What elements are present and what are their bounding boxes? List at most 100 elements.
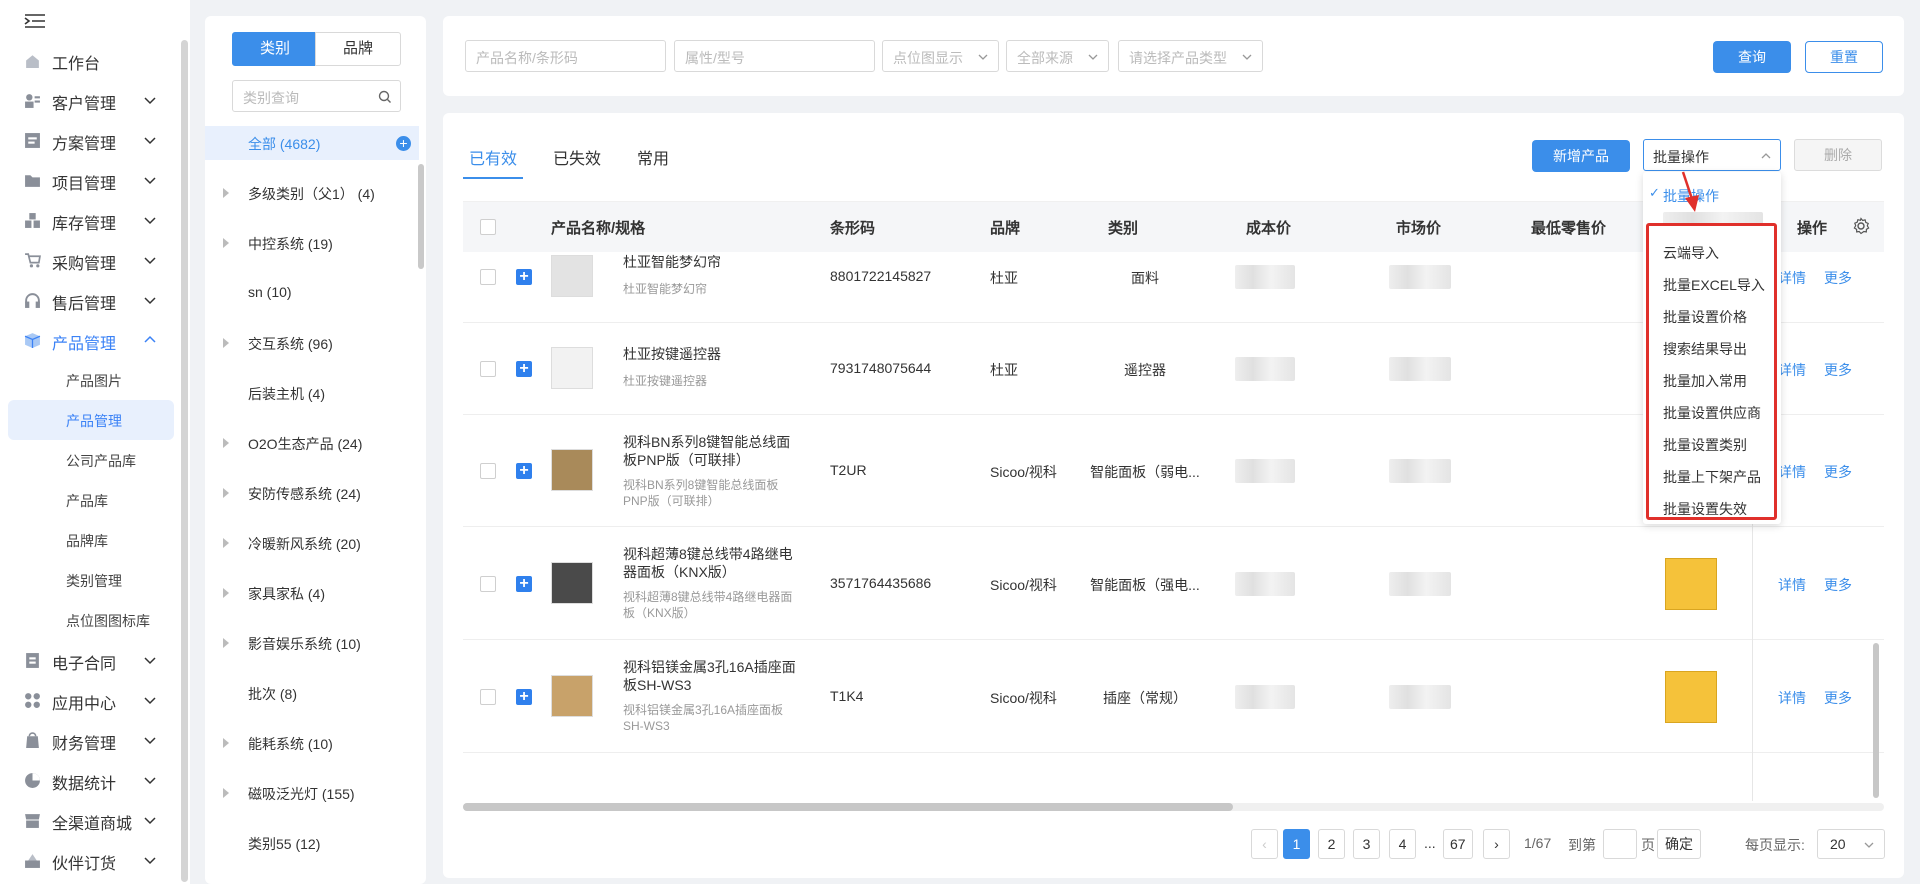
more-link[interactable]: 更多 xyxy=(1824,462,1852,482)
search-icon[interactable] xyxy=(378,90,392,104)
category-row-all[interactable]: 全部 (4682) + xyxy=(205,126,419,160)
model-input[interactable]: 属性/型号 xyxy=(674,40,875,72)
expand-row-icon[interactable]: + xyxy=(516,361,532,377)
expand-arrow-icon[interactable] xyxy=(223,588,229,598)
category-search-input[interactable]: 类别查询 xyxy=(232,80,401,112)
page-67-button[interactable]: 67 xyxy=(1443,829,1473,859)
next-page-button[interactable]: › xyxy=(1483,829,1510,859)
point-display-select[interactable]: 点位图显示 xyxy=(882,40,999,72)
category-row[interactable]: 类别55 (12) xyxy=(205,826,426,860)
expand-row-icon[interactable]: + xyxy=(516,688,532,705)
dropdown-option[interactable]: 批量设置供应商 xyxy=(1663,403,1761,423)
expand-arrow-icon[interactable] xyxy=(223,788,229,798)
category-row[interactable]: sn (10) xyxy=(205,276,426,310)
dropdown-option[interactable]: 批量上下架产品 xyxy=(1663,467,1761,487)
detail-link[interactable]: 详情 xyxy=(1778,688,1806,708)
dropdown-option[interactable]: 云端导入 xyxy=(1663,243,1719,263)
expand-row-icon[interactable]: + xyxy=(516,575,532,592)
batch-operation-select[interactable]: 批量操作 xyxy=(1643,139,1781,171)
page-4-button[interactable]: 4 xyxy=(1389,829,1416,859)
expand-row-icon[interactable]: + xyxy=(516,463,532,479)
expand-arrow-icon[interactable] xyxy=(223,488,229,498)
table-vertical-scrollbar[interactable] xyxy=(1873,643,1879,798)
nav-item-plan[interactable]: 方案管理 xyxy=(0,120,180,160)
category-row[interactable]: 交互系统 (96) xyxy=(205,326,426,360)
reset-button[interactable]: 重置 xyxy=(1805,41,1883,73)
subnav-point-icon-library[interactable]: 点位图图标库 xyxy=(8,600,174,640)
page-3-button[interactable]: 3 xyxy=(1353,829,1380,859)
expand-arrow-icon[interactable] xyxy=(223,188,229,198)
subnav-brand-library[interactable]: 品牌库 xyxy=(8,520,174,560)
add-product-button[interactable]: 新增产品 xyxy=(1532,140,1630,172)
detail-link[interactable]: 详情 xyxy=(1778,462,1806,482)
category-row[interactable]: 中控系统 (19) xyxy=(205,226,426,260)
tab-common[interactable]: 常用 xyxy=(637,145,669,169)
subnav-category-management[interactable]: 类别管理 xyxy=(8,560,174,600)
per-page-select[interactable]: 20 xyxy=(1817,829,1885,859)
select-all-checkbox[interactable] xyxy=(480,219,496,235)
more-link[interactable]: 更多 xyxy=(1824,360,1852,380)
expand-row-icon[interactable]: + xyxy=(516,269,532,285)
add-category-icon[interactable]: + xyxy=(396,136,411,151)
category-row[interactable]: 后装主机 (4) xyxy=(205,376,426,410)
nav-item-project[interactable]: 项目管理 xyxy=(0,160,180,200)
dropdown-option[interactable]: 批量EXCEL导入 xyxy=(1663,275,1765,295)
row-checkbox[interactable] xyxy=(480,269,496,285)
tab-invalid[interactable]: 已失效 xyxy=(553,145,601,169)
more-link[interactable]: 更多 xyxy=(1824,688,1852,708)
nav-item-statistics[interactable]: 数据统计 xyxy=(0,760,180,800)
table-horizontal-scrollbar[interactable] xyxy=(463,803,1884,811)
query-button[interactable]: 查询 xyxy=(1713,41,1791,73)
subnav-product-images[interactable]: 产品图片 xyxy=(8,360,174,400)
category-row[interactable]: 能耗系统 (10) xyxy=(205,726,426,760)
category-row[interactable]: 批次 (8) xyxy=(205,676,426,710)
goto-page-input[interactable] xyxy=(1603,829,1637,859)
nav-item-customer[interactable]: 客户管理 xyxy=(0,80,180,120)
detail-link[interactable]: 详情 xyxy=(1778,360,1806,380)
nav-item-partner-order[interactable]: 伙伴订货 xyxy=(0,840,180,880)
row-checkbox[interactable] xyxy=(480,688,496,705)
prev-page-button[interactable]: ‹ xyxy=(1251,829,1278,859)
delete-button[interactable]: 删除 xyxy=(1794,139,1882,171)
more-link[interactable]: 更多 xyxy=(1824,575,1852,595)
detail-link[interactable]: 详情 xyxy=(1778,575,1806,595)
row-checkbox[interactable] xyxy=(480,575,496,592)
product-name-input[interactable]: 产品名称/条形码 xyxy=(465,40,666,72)
expand-arrow-icon[interactable] xyxy=(223,538,229,548)
dropdown-option-selected[interactable]: ✓ 批量操作 xyxy=(1643,178,1781,210)
tab-active[interactable]: 已有效 xyxy=(469,145,517,169)
category-row[interactable]: 家具家私 (4) xyxy=(205,576,426,610)
dropdown-option[interactable]: 批量设置价格 xyxy=(1663,307,1747,327)
tab-brand[interactable]: 品牌 xyxy=(315,32,401,66)
dropdown-option[interactable]: 搜索结果导出 xyxy=(1663,339,1747,359)
detail-link[interactable]: 详情 xyxy=(1778,268,1806,288)
settings-icon[interactable] xyxy=(1852,217,1870,235)
category-row[interactable]: 磁吸泛光灯 (155) xyxy=(205,776,426,810)
nav-item-product[interactable]: 产品管理 xyxy=(0,320,180,360)
subnav-product-library[interactable]: 产品库 xyxy=(8,480,174,520)
nav-item-contract[interactable]: 电子合同 xyxy=(0,640,180,680)
category-row[interactable]: 多级类别（父1） (4) xyxy=(205,176,426,210)
more-link[interactable]: 更多 xyxy=(1824,268,1852,288)
nav-item-after-sales[interactable]: 售后管理 xyxy=(0,280,180,320)
menu-toggle-icon[interactable] xyxy=(24,13,46,29)
category-row[interactable]: 影音娱乐系统 (10) xyxy=(205,626,426,660)
dropdown-option[interactable]: 批量加入常用 xyxy=(1663,371,1747,391)
dropdown-option[interactable]: 批量设置类别 xyxy=(1663,435,1747,455)
row-checkbox[interactable] xyxy=(480,361,496,377)
expand-arrow-icon[interactable] xyxy=(223,238,229,248)
product-type-select[interactable]: 请选择产品类型 xyxy=(1118,40,1263,72)
category-row[interactable]: 冷暖新风系统 (20) xyxy=(205,526,426,560)
expand-arrow-icon[interactable] xyxy=(223,438,229,448)
expand-arrow-icon[interactable] xyxy=(223,738,229,748)
source-select[interactable]: 全部来源 xyxy=(1006,40,1109,72)
category-row[interactable]: O2O生态产品 (24) xyxy=(205,426,426,460)
category-scrollbar[interactable] xyxy=(418,164,424,269)
nav-item-inventory[interactable]: 库存管理 xyxy=(0,200,180,240)
expand-arrow-icon[interactable] xyxy=(223,338,229,348)
subnav-company-product-library[interactable]: 公司产品库 xyxy=(8,440,174,480)
nav-item-purchase[interactable]: 采购管理 xyxy=(0,240,180,280)
page-2-button[interactable]: 2 xyxy=(1318,829,1345,859)
category-row[interactable]: 安防传感系统 (24) xyxy=(205,476,426,510)
dropdown-option[interactable]: 批量设置失效 xyxy=(1663,499,1747,519)
